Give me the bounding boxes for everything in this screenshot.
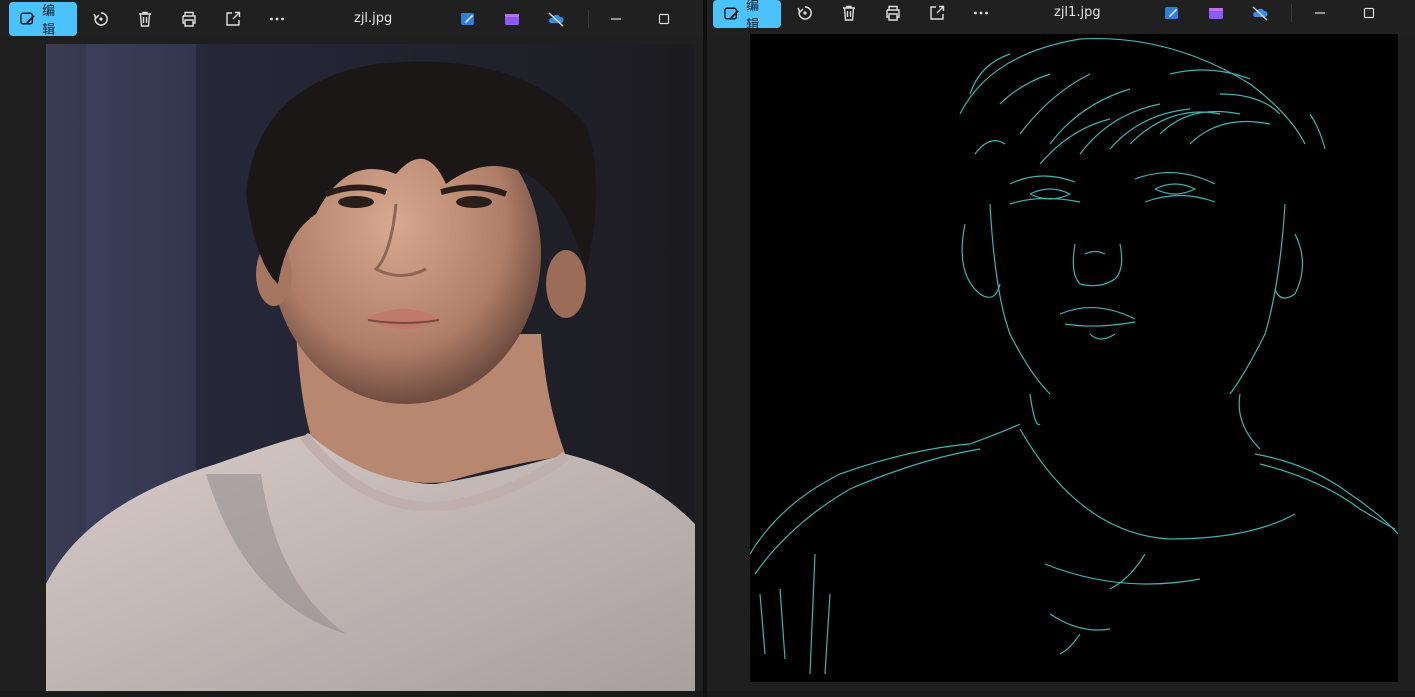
maximize-button[interactable] [651,6,677,32]
edit-app-button[interactable] [455,6,481,32]
onedrive-off-icon [1252,6,1268,21]
onedrive-off-icon [548,12,564,27]
photo-viewer-window-left: 编辑 zjl.jpg [0,0,703,697]
portrait-image [46,44,695,692]
more-button[interactable] [968,0,994,26]
clipchamp-button[interactable] [499,6,525,32]
onedrive-button[interactable] [543,6,569,32]
share-button[interactable] [220,6,246,32]
separator [588,10,589,28]
file-name: zjl1.jpg [1054,5,1101,20]
more-icon [974,11,988,15]
bottom-strip [707,691,1415,697]
more-button[interactable] [264,6,290,32]
rotate-icon [93,12,108,26]
edit-button[interactable]: 编辑 [9,2,77,38]
print-button[interactable] [880,0,906,26]
more-icon [270,17,284,21]
onedrive-button[interactable] [1247,0,1273,26]
delete-button[interactable] [132,6,158,32]
rotate-button[interactable] [88,6,114,32]
minimize-icon [1315,12,1325,14]
delete-icon [843,5,855,21]
print-icon [182,11,196,27]
share-icon [226,11,241,26]
titlebar: 编辑 zjl1.jpg [707,0,1415,38]
edit-image-icon [724,7,739,20]
separator [1291,4,1292,22]
minimize-button[interactable] [1307,0,1333,26]
minimize-icon [611,18,621,20]
photo-portrait [46,44,695,692]
maximize-button[interactable] [1356,0,1382,26]
edge-detection-image [750,34,1398,682]
clipchamp-button[interactable] [1203,0,1229,26]
photo-viewer-window-right: 编辑 zjl1.jpg [707,0,1415,697]
edge-lines [750,37,1398,675]
share-icon [930,5,945,20]
minimize-button[interactable] [603,6,629,32]
bottom-strip [0,691,703,697]
share-button[interactable] [924,0,950,26]
edit-image-icon [20,12,35,25]
titlebar: 编辑 zjl.jpg [0,0,703,38]
edit-button[interactable]: 编辑 [713,0,781,33]
maximize-icon [658,13,670,25]
clipchamp-icon [505,14,519,25]
edit-app-button[interactable] [1159,0,1185,26]
delete-button[interactable] [836,0,862,26]
maximize-icon [1363,7,1375,19]
edit-app-icon [461,13,474,25]
edit-app-icon [1165,7,1178,19]
print-icon [886,5,900,21]
file-name: zjl.jpg [354,11,393,26]
edit-button-label: 编辑 [42,4,56,38]
edit-button-label: 编辑 [746,0,760,33]
print-button[interactable] [176,6,202,32]
rotate-button[interactable] [792,0,818,26]
rotate-icon [797,6,812,20]
delete-icon [139,11,151,27]
clipchamp-icon [1209,8,1223,19]
